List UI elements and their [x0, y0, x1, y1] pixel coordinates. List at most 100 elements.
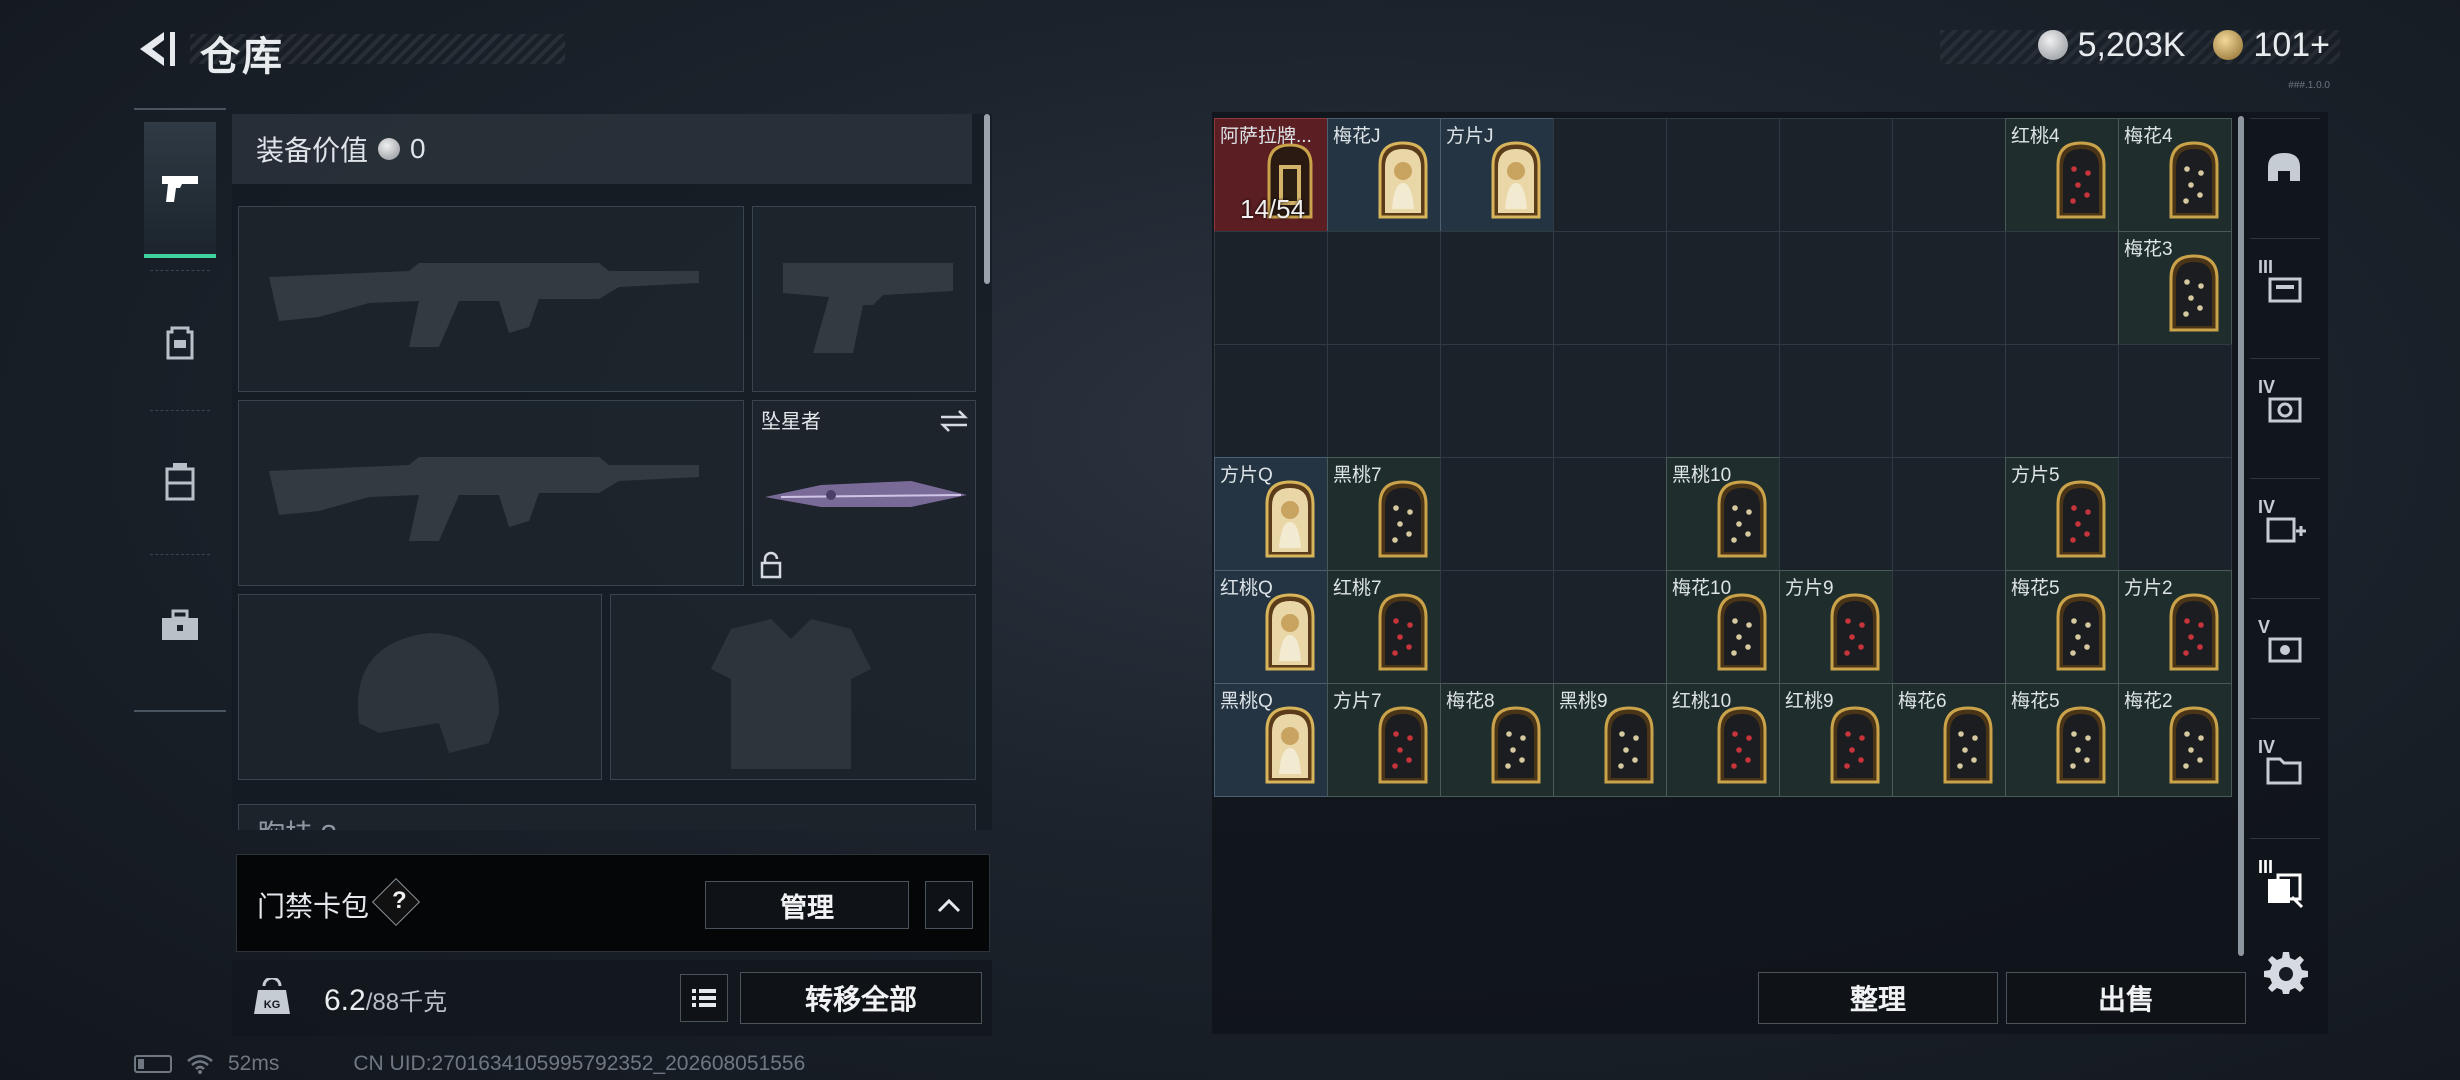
stash-item-card[interactable]: 黑桃Q [1214, 683, 1328, 797]
stash-cell-empty[interactable] [1440, 231, 1554, 345]
stash-tab-1[interactable] [2250, 118, 2320, 218]
swap-arrows-icon[interactable] [939, 409, 969, 433]
sell-button[interactable]: 出售 [2006, 972, 2246, 1024]
stash-cell-empty[interactable] [1214, 344, 1328, 458]
list-icon [692, 989, 716, 1007]
stash-item-card[interactable]: 梅花2 [2118, 683, 2232, 797]
stash-tab-4[interactable]: IV [2250, 478, 2320, 578]
stash-cell-empty[interactable] [1892, 570, 2006, 684]
gold-currency[interactable]: 101+ [2213, 26, 2330, 65]
stash-item-card[interactable]: 梅花5 [2005, 570, 2119, 684]
list-view-button[interactable] [680, 974, 728, 1022]
stash-cell-empty[interactable] [1327, 231, 1441, 345]
collapse-button[interactable] [925, 881, 973, 929]
stash-item-card[interactable]: 黑桃10 [1666, 457, 1780, 571]
stash-cell-empty[interactable] [1779, 344, 1893, 458]
nav-rig-tab[interactable] [144, 414, 216, 550]
stash-cell-empty[interactable] [1666, 118, 1780, 232]
stash-item-card[interactable]: 梅花10 [1666, 570, 1780, 684]
stash-item-card[interactable]: 黑桃7 [1327, 457, 1441, 571]
primary-weapon-slot-2[interactable] [238, 400, 744, 586]
stash-cell-empty[interactable] [1553, 457, 1667, 571]
stash-item-card[interactable]: 方片5 [2005, 457, 2119, 571]
knife-icon [765, 481, 967, 507]
nav-case-tab[interactable] [144, 558, 216, 694]
stash-cell-empty[interactable] [1892, 118, 2006, 232]
ping-text: 52ms [228, 1052, 280, 1075]
nav-backpack-tab[interactable] [144, 274, 216, 410]
stash-item-card[interactable]: 红桃9 [1779, 683, 1893, 797]
stash-tab-6[interactable]: IV [2250, 718, 2320, 818]
stash-cell-empty[interactable] [1779, 118, 1893, 232]
stash-item-card[interactable]: 黑桃9 [1553, 683, 1667, 797]
stash-cell-empty[interactable] [1892, 231, 2006, 345]
back-button[interactable] [130, 24, 180, 74]
silver-currency[interactable]: 5,203K [2037, 25, 2186, 65]
playing-card-icon [1830, 706, 1880, 784]
chest-rig-slot[interactable]: 胸挂 ? [238, 804, 976, 830]
stash-cell-empty[interactable] [1779, 457, 1893, 571]
silver-amount: 5,203K [2077, 25, 2186, 64]
nav-weapon-tab[interactable] [144, 122, 216, 258]
stash-cell-empty[interactable] [1553, 118, 1667, 232]
stash-item-card[interactable]: 方片7 [1327, 683, 1441, 797]
stash-item-card[interactable]: 方片9 [1779, 570, 1893, 684]
item-name: 梅花6 [1898, 691, 1947, 712]
stash-tab-5[interactable]: V [2250, 598, 2320, 698]
stash-cell-empty[interactable] [1440, 344, 1554, 458]
helmet-slot[interactable] [238, 594, 602, 780]
stash-item-card[interactable]: 红桃10 [1666, 683, 1780, 797]
stash-item-card[interactable]: 梅花J [1327, 118, 1441, 232]
stash-item-card[interactable]: 方片Q [1214, 457, 1328, 571]
manage-button[interactable]: 管理 [705, 881, 909, 929]
stash-item-card[interactable]: 梅花8 [1440, 683, 1554, 797]
item-name: 阿萨拉牌... [1220, 126, 1312, 147]
gold-amount: 101+ [2253, 25, 2330, 64]
stash-tab-3[interactable]: IV [2250, 358, 2320, 458]
stash-cell-empty[interactable] [1214, 231, 1328, 345]
melee-slot[interactable]: 坠星者 [752, 400, 976, 586]
pistol-silhouette-icon [783, 263, 953, 353]
stash-cell-empty[interactable] [1553, 344, 1667, 458]
stash-cell-empty[interactable] [1892, 344, 2006, 458]
stash-cell-empty[interactable] [2005, 344, 2119, 458]
stash-cell-empty[interactable] [1553, 570, 1667, 684]
settings-button[interactable] [2264, 950, 2308, 994]
stash-cell-empty[interactable] [1440, 457, 1554, 571]
stash-cell-empty[interactable] [2118, 344, 2232, 458]
stash-item-card[interactable]: 红桃Q [1214, 570, 1328, 684]
stash-item-card[interactable]: 方片J [1440, 118, 1554, 232]
stash-cell-empty[interactable] [2005, 231, 2119, 345]
stash-tab-7[interactable]: III [2250, 838, 2320, 938]
stash-item-card[interactable]: 梅花5 [2005, 683, 2119, 797]
nav-divider [150, 410, 210, 411]
pistol-icon [162, 176, 198, 202]
sort-button[interactable]: 整理 [1758, 972, 1998, 1024]
stash-cell-empty[interactable] [1327, 344, 1441, 458]
stash-item-card[interactable]: 方片2 [2118, 570, 2232, 684]
primary-weapon-slot-1[interactable] [238, 206, 744, 392]
stash-cell-empty[interactable] [1666, 231, 1780, 345]
helmet-silhouette-icon [357, 633, 499, 753]
stash-cell-empty[interactable] [1553, 231, 1667, 345]
playing-card-icon [1491, 141, 1541, 219]
stash-item-card[interactable]: 梅花3 [2118, 231, 2232, 345]
stash-cell-empty[interactable] [1440, 570, 1554, 684]
stash-scrollbar[interactable] [2238, 116, 2244, 956]
stash-item-card[interactable]: 红桃4 [2005, 118, 2119, 232]
pistol-slot[interactable] [752, 206, 976, 392]
stash-item-card[interactable]: 阿萨拉牌... 14/54 [1214, 118, 1328, 232]
equipment-scrollbar[interactable] [984, 114, 990, 284]
stash-item-card[interactable]: 红桃7 [1327, 570, 1441, 684]
stash-cell-empty[interactable] [1892, 457, 2006, 571]
silver-coin-icon [2037, 30, 2068, 60]
stash-cell-empty[interactable] [1666, 344, 1780, 458]
transfer-all-button[interactable]: 转移全部 [740, 972, 982, 1024]
stash-cell-empty[interactable] [1779, 231, 1893, 345]
armor-slot[interactable] [610, 594, 976, 780]
stash-item-card[interactable]: 梅花4 [2118, 118, 2232, 232]
stash-tab-2[interactable]: III [2250, 238, 2320, 338]
stash-item-card[interactable]: 梅花6 [1892, 683, 2006, 797]
item-name: 梅花8 [1446, 691, 1495, 712]
stash-cell-empty[interactable] [2118, 457, 2232, 571]
